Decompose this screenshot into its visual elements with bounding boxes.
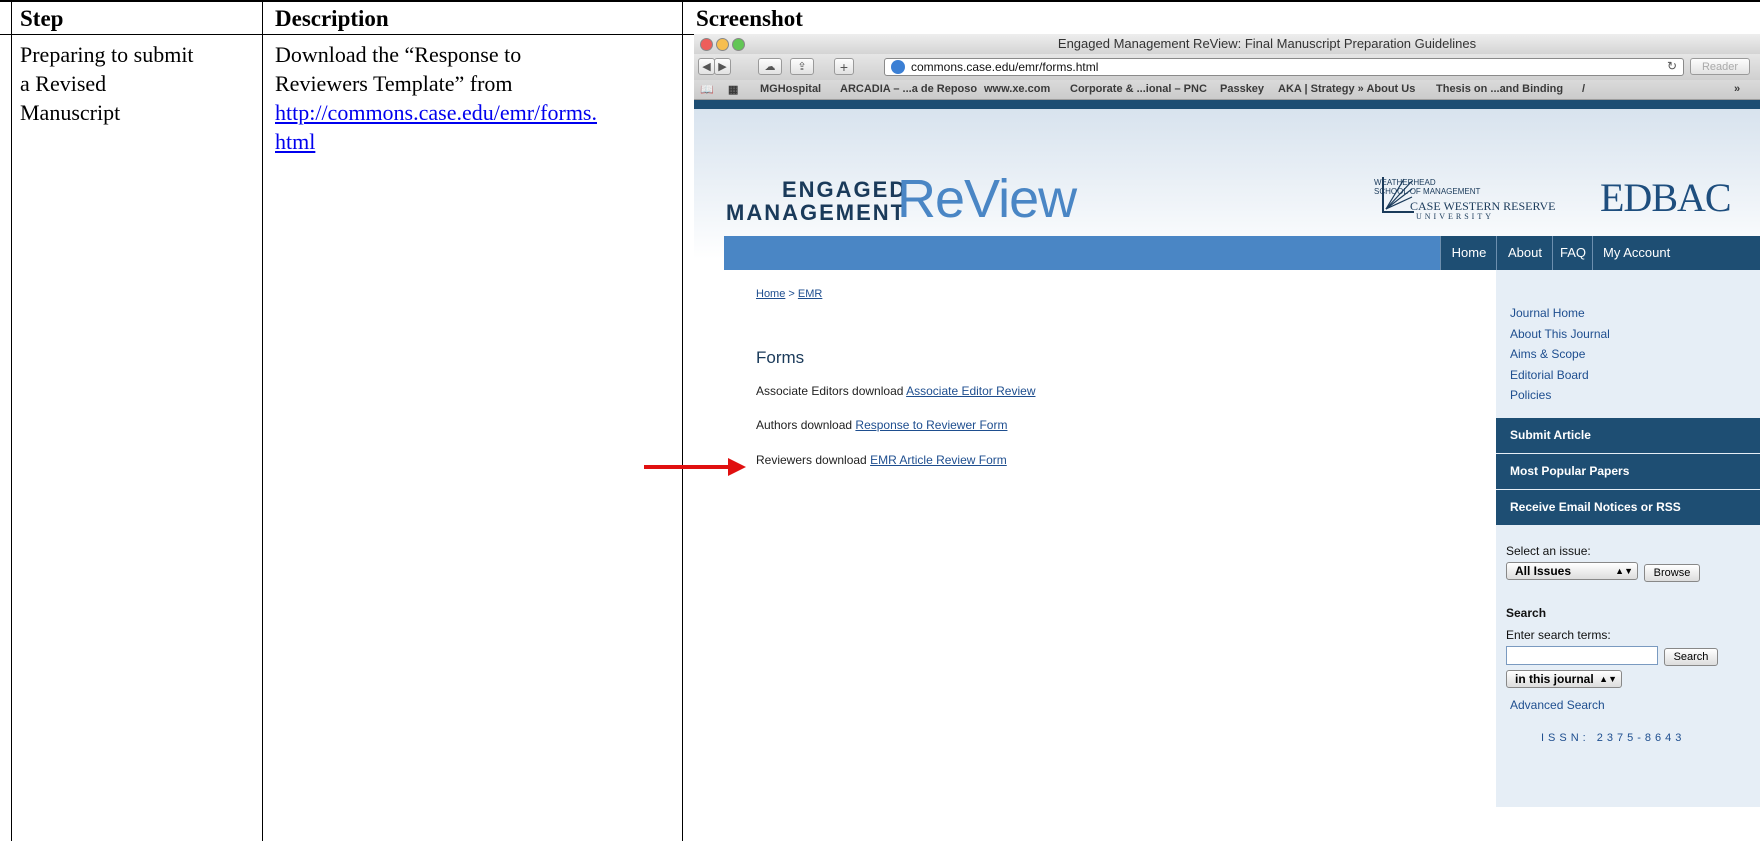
response-to-reviewer-link[interactable]: Response to Reviewer Form [855,418,1007,432]
description-line: Download the “Response to [275,42,522,67]
breadcrumb: Home > EMR [756,288,822,300]
site-navbar: Home About FAQ My Account [724,236,1760,270]
form-row: Reviewers download EMR Article Review Fo… [756,453,1007,467]
step-line: a Revised [20,71,107,96]
forms-url-link-cont[interactable]: html [275,127,315,156]
nav-about[interactable]: About [1496,236,1553,270]
search-heading: Search [1506,606,1547,620]
breadcrumb-emr[interactable]: EMR [798,288,822,300]
window-title: Engaged Management ReView: Final Manuscr… [1057,36,1477,51]
sidebar-editorial-board[interactable]: Editorial Board [1510,368,1589,382]
column-divider [682,0,683,841]
bookmark-item[interactable]: / [1582,83,1585,95]
email-notices-rss-button[interactable]: Receive Email Notices or RSS [1496,490,1760,525]
table-border-top [0,0,1760,2]
more-bookmarks-icon[interactable]: » [1734,83,1740,95]
icloud-tabs-icon[interactable]: ☁ [758,58,782,75]
weatherhead-line: WEATHERHEAD [1374,178,1436,187]
form-row-text: Associate Editors download [756,384,907,398]
emr-article-review-link[interactable]: EMR Article Review Form [870,453,1007,467]
page-title: Forms [756,348,805,367]
site-top-strip [694,100,1760,109]
logo-review: ReView [897,169,1077,229]
bookmark-item[interactable]: AKA | Strategy » About Us [1278,83,1415,95]
reload-icon[interactable]: ↻ [1667,59,1677,73]
bookmark-item[interactable]: www.xe.com [984,83,1050,95]
nav-faq[interactable]: FAQ [1552,236,1593,270]
form-row: Associate Editors download Associate Edi… [756,384,1035,398]
description-cell: Download the “Response to Reviewers Temp… [275,40,597,156]
forms-url-link[interactable]: http://commons.case.edu/emr/forms. [275,98,597,127]
bookmark-item[interactable]: Corporate & ...ional – PNC [1070,83,1207,95]
url-text: commons.case.edu/emr/forms.html [911,60,1099,74]
nav-my-account[interactable]: My Account [1592,236,1760,270]
select-stepper-icon: ▲▼ [1599,674,1617,684]
browser-toolbar: ◀ ▶ ☁ ⇪ + commons.case.edu/emr/forms.htm… [694,54,1760,80]
browse-button[interactable]: Browse [1644,564,1700,582]
globe-icon [891,60,905,74]
submit-article-button[interactable]: Submit Article [1496,418,1760,453]
step-cell: Preparing to submit a Revised Manuscript [20,40,194,127]
select-stepper-icon: ▲▼ [1615,566,1633,576]
bookmark-item[interactable]: Passkey [1220,83,1264,95]
forward-icon[interactable]: ▶ [714,58,731,75]
breadcrumb-separator: > [785,288,798,300]
step-line: Preparing to submit [20,42,194,67]
form-row: Authors download Response to Reviewer Fo… [756,418,1007,432]
issue-select[interactable]: All Issues ▲▼ [1506,562,1638,580]
search-scope-value: in this journal [1515,672,1594,686]
browser-screenshot: Engaged Management ReView: Final Manuscr… [694,34,1760,841]
header-screenshot: Screenshot [696,6,803,31]
sidebar-policies[interactable]: Policies [1510,388,1551,402]
nav-home[interactable]: Home [1440,236,1497,270]
bookmark-item[interactable]: ARCADIA – ...a de Reposo [840,83,977,95]
issn-number: ISSN: 2375-8643 [1541,732,1686,744]
sidebar: Journal Home About This Journal Aims & S… [1496,270,1760,807]
description-line: Reviewers Template” from [275,71,513,96]
header-description: Description [275,6,389,31]
search-terms-label: Enter search terms: [1506,628,1611,642]
issue-select-value: All Issues [1515,564,1572,578]
form-row-text: Reviewers download [756,453,871,467]
header-step: Step [20,6,64,31]
top-sites-icon[interactable]: ▦ [728,83,738,96]
sidebar-journal-home[interactable]: Journal Home [1510,306,1585,320]
breadcrumb-home[interactable]: Home [756,288,785,300]
add-bookmark-icon[interactable]: + [834,58,854,75]
sidebar-about-journal[interactable]: About This Journal [1510,327,1610,341]
column-divider [262,0,263,841]
back-icon[interactable]: ◀ [698,58,715,75]
address-bar[interactable]: commons.case.edu/emr/forms.html ↻ [884,58,1684,76]
search-scope-select[interactable]: in this journal ▲▼ [1506,670,1622,688]
weatherhead-text: WEATHERHEAD SCHOOL OF MANAGEMENT [1374,178,1480,196]
most-popular-papers-button[interactable]: Most Popular Papers [1496,454,1760,489]
search-input[interactable] [1506,646,1658,665]
search-button[interactable]: Search [1664,648,1718,666]
cwru-university: UNIVERSITY [1416,212,1494,221]
share-icon[interactable]: ⇪ [790,58,814,75]
bookmark-item[interactable]: MGHospital [760,83,821,95]
red-arrow-icon [644,458,746,476]
select-issue-label: Select an issue: [1506,544,1591,558]
advanced-search-link[interactable]: Advanced Search [1510,698,1605,712]
bookmarks-bar: 📖 ▦ MGHospital ARCADIA – ...a de Reposo … [694,80,1760,100]
form-row-text: Authors download [756,418,856,432]
step-line: Manuscript [20,100,121,125]
sidebar-aims-scope[interactable]: Aims & Scope [1510,347,1585,361]
table-border-left [11,0,12,841]
window-titlebar: Engaged Management ReView: Final Manuscr… [694,34,1760,55]
school-line: SCHOOL OF MANAGEMENT [1374,187,1481,196]
reading-list-icon[interactable]: 📖 [700,83,714,96]
bookmark-item[interactable]: Thesis on ...and Binding [1436,83,1563,95]
logo-management: MANAGEMENT [726,200,907,225]
reader-button[interactable]: Reader [1690,58,1750,75]
associate-editor-review-link[interactable]: Associate Editor Review [906,384,1035,398]
edbac-logo: EDBAC [1600,175,1732,220]
